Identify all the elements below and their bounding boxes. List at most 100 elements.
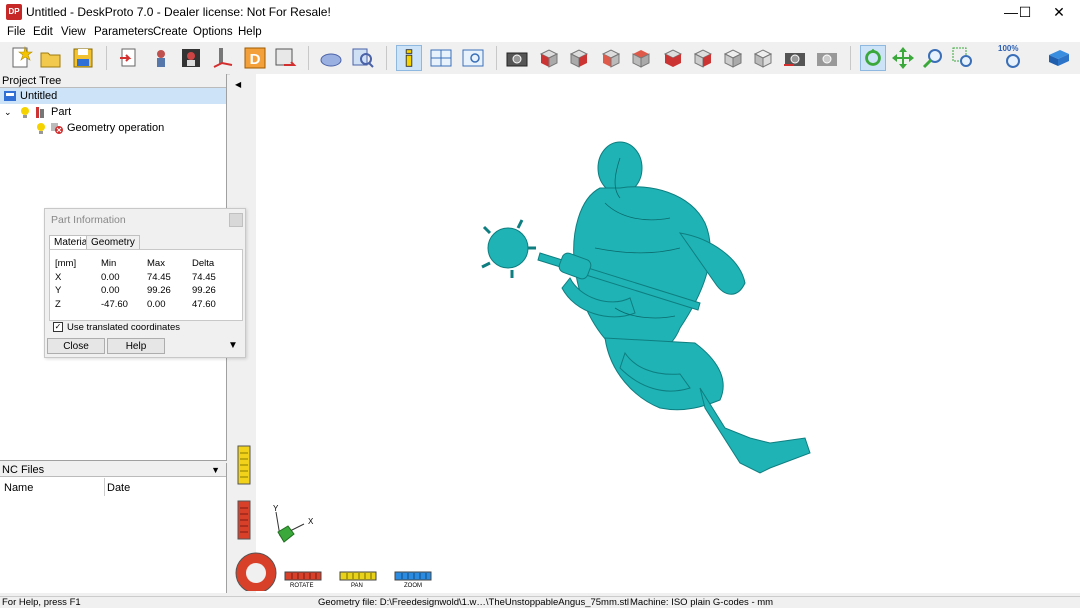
view-cube-bottom-icon[interactable]: [690, 45, 716, 71]
tree-item-label: Untitled: [20, 90, 58, 102]
simulation-icon[interactable]: [318, 45, 344, 71]
view-cube-back-icon[interactable]: [598, 45, 624, 71]
camera-reset-icon[interactable]: [782, 45, 808, 71]
help-book-icon[interactable]: [1046, 45, 1072, 71]
camera-icon[interactable]: [504, 45, 530, 71]
light-bulb-icon[interactable]: [20, 107, 30, 118]
nc-files-panel: NC Files ▼ Name Date: [0, 463, 227, 593]
app-logo-icon: DP: [6, 4, 22, 20]
operation-d-icon[interactable]: D: [242, 45, 268, 71]
menu-view[interactable]: View: [61, 26, 86, 38]
pan-label: PAN: [351, 583, 363, 589]
menu-help[interactable]: Help: [238, 26, 262, 38]
tree-item-part[interactable]: ⌄ Part: [0, 104, 226, 120]
title-bar: DP Untitled - DeskProto 7.0 - Dealer lic…: [0, 0, 1080, 24]
status-bar: For Help, press F1 Geometry file: D:\Fre…: [0, 596, 1080, 608]
translated-coordinates-label: Use translated coordinates: [67, 322, 181, 333]
tree-item-label: Part: [51, 106, 72, 118]
dialog-close-icon[interactable]: [229, 213, 243, 227]
tree-item-untitled[interactable]: Untitled: [0, 88, 226, 104]
bitmap-import-icon[interactable]: [178, 45, 204, 71]
save-nc-icon[interactable]: [272, 45, 298, 71]
row-delta: 99.26: [192, 285, 216, 296]
menu-bar: File Edit View Parameters Create Options…: [0, 24, 1080, 42]
row-delta: 47.60: [192, 299, 216, 310]
view-cube-right-icon[interactable]: [566, 45, 592, 71]
close-button[interactable]: ✕: [1036, 0, 1080, 24]
view-cube-iso-icon[interactable]: [720, 45, 746, 71]
axis-x-label: X: [308, 517, 314, 526]
view-window-icon[interactable]: [460, 45, 486, 71]
row-max: 99.26: [147, 285, 171, 296]
row-min: 0.00: [101, 285, 120, 296]
zoom-control-icon[interactable]: [394, 571, 432, 581]
part-information-dialog: Part Information Material Geometry [mm] …: [44, 208, 246, 358]
tab-geometry[interactable]: Geometry: [86, 235, 140, 250]
project-tree-header: Project Tree: [0, 74, 226, 88]
close-dialog-button[interactable]: Close: [47, 338, 105, 354]
part-icon: [36, 107, 44, 118]
menu-options[interactable]: Options: [193, 26, 233, 38]
rotate-wheel-icon[interactable]: [232, 549, 280, 591]
inspect-icon[interactable]: [350, 45, 376, 71]
pan-view-icon[interactable]: [890, 45, 916, 71]
collapse-chevron-icon[interactable]: ⌄: [4, 104, 12, 120]
help-button[interactable]: Help: [107, 338, 165, 354]
rotate-view-icon[interactable]: [860, 45, 886, 71]
part-icon[interactable]: [148, 45, 174, 71]
dropdown-arrow-icon[interactable]: ▼: [211, 463, 220, 477]
menu-create[interactable]: Create: [153, 26, 188, 38]
toolbar: D 100%: [0, 42, 1080, 75]
status-geometry-file: Geometry file: D:\Freedesignwold\1.w…\Th…: [318, 597, 630, 608]
column-date-header[interactable]: Date: [107, 482, 130, 494]
zoom-window-icon[interactable]: [950, 45, 976, 71]
nc-files-title: NC Files: [2, 464, 45, 476]
row-min: -47.60: [101, 299, 128, 310]
save-icon[interactable]: [70, 45, 96, 71]
rotate-slider-icon[interactable]: [237, 500, 251, 540]
expand-arrow-icon[interactable]: ▼: [228, 340, 238, 351]
3d-model[interactable]: [470, 138, 820, 478]
svg-text:D: D: [250, 51, 261, 68]
camera-gray-icon[interactable]: [814, 45, 840, 71]
tree-item-geometry-operation[interactable]: Geometry operation: [0, 120, 226, 136]
light-bulb-icon[interactable]: [36, 123, 46, 134]
header-min: Min: [101, 258, 117, 269]
axis-y-label: Y: [273, 504, 279, 513]
menu-parameters[interactable]: Parameters: [94, 26, 153, 38]
zoom-fit-icon[interactable]: [1000, 45, 1026, 71]
view-cube-left-icon[interactable]: [628, 45, 654, 71]
row-min: 0.00: [101, 272, 120, 283]
nc-files-header: NC Files ▼: [0, 463, 226, 477]
header-delta: Delta: [192, 258, 215, 269]
pan-slider-icon[interactable]: [237, 445, 251, 485]
zoom-label: ZOOM: [404, 583, 422, 589]
collapse-panel-icon[interactable]: ◀: [235, 80, 241, 89]
rotate-control-icon[interactable]: [284, 571, 322, 581]
column-name-header[interactable]: Name: [4, 482, 33, 494]
rotate-label: ROTATE: [290, 583, 314, 589]
row-delta: 74.45: [192, 272, 216, 283]
dialog-title: Part Information: [51, 214, 126, 226]
layout-icon[interactable]: [428, 45, 454, 71]
pan-control-icon[interactable]: [339, 571, 377, 581]
column-divider: [104, 478, 105, 496]
axis-triad-icon: Y X: [273, 504, 314, 543]
menu-file[interactable]: File: [7, 26, 26, 38]
row-axis: Z: [55, 299, 61, 310]
menu-edit[interactable]: Edit: [33, 26, 53, 38]
header-unit: [mm]: [55, 258, 77, 269]
zoom-in-icon[interactable]: [920, 45, 946, 71]
row-max: 74.45: [147, 272, 171, 283]
toolpath-icon[interactable]: [210, 45, 236, 71]
view-cube-top-icon[interactable]: [660, 45, 686, 71]
view-cube-front-icon[interactable]: [536, 45, 562, 71]
part-information-icon[interactable]: [396, 45, 422, 71]
import-geometry-icon[interactable]: [116, 45, 142, 71]
new-project-icon[interactable]: [8, 45, 34, 71]
view-cube-iso-2-icon[interactable]: [750, 45, 776, 71]
status-help: For Help, press F1: [2, 597, 81, 608]
project-icon: [4, 91, 16, 101]
open-folder-icon[interactable]: [38, 45, 64, 71]
translated-coordinates-checkbox[interactable]: ✓: [53, 322, 63, 332]
